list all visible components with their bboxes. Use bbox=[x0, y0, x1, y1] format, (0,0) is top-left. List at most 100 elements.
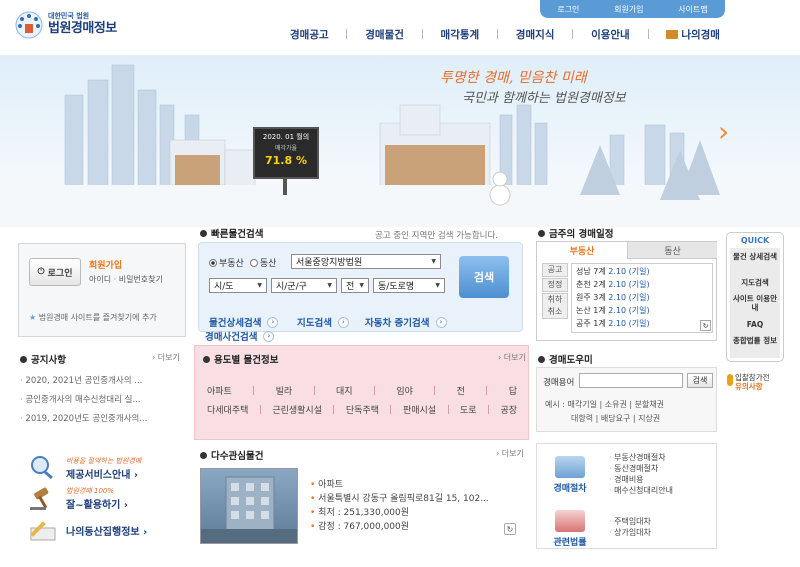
quick-law-info[interactable]: 종합법률 정보 bbox=[730, 336, 780, 345]
usage-more-link[interactable]: › 더보기 bbox=[498, 352, 526, 363]
usage-detached-house[interactable]: 단독주택 bbox=[346, 403, 379, 416]
my-movable-enforcement-link[interactable]: 나의동산집행정보 › bbox=[28, 514, 196, 546]
quick-faq[interactable]: FAQ bbox=[730, 320, 780, 329]
procedure-item[interactable]: 매수신청대리안내 bbox=[609, 485, 673, 496]
detail-search-link[interactable]: 물건상세검색 › bbox=[209, 315, 279, 329]
case-search-link[interactable]: 경매사건검색 › bbox=[205, 329, 275, 343]
usage-row-1: 아파트 빌라 대지 임야 전 답 bbox=[207, 384, 517, 397]
schedule-item[interactable]: 춘천 2계 2.10 (기일) bbox=[576, 279, 708, 292]
usage-land[interactable]: 대지 bbox=[336, 384, 353, 397]
nav-my-auction[interactable]: 나의경매 bbox=[666, 27, 720, 42]
procedure-item[interactable]: 경매비용 bbox=[609, 474, 673, 485]
quick-map-search[interactable]: 지도검색 bbox=[730, 278, 780, 287]
term-examples-2[interactable]: 대항력 | 배당요구 | 지상권 bbox=[571, 414, 660, 423]
dong-select[interactable]: 동/도로명 bbox=[373, 278, 445, 293]
util-login-link[interactable]: 로그인 bbox=[557, 4, 579, 15]
exclamation-icon bbox=[727, 374, 733, 386]
usage-villa[interactable]: 빌라 bbox=[276, 384, 293, 397]
schedule-item[interactable]: 원주 3계 2.10 (기일) bbox=[576, 292, 708, 305]
jeon-select[interactable]: 전 bbox=[341, 278, 369, 293]
my-movable-enforcement-label: 나의동산집행정보 › bbox=[66, 526, 148, 538]
refresh-icon[interactable]: ↻ bbox=[700, 320, 711, 331]
sido-select[interactable]: 시/도 bbox=[209, 278, 267, 293]
notice-more-link[interactable]: › 더보기 bbox=[152, 352, 180, 363]
procedure-item[interactable]: 부동산경매절차 bbox=[609, 452, 673, 463]
schedule-item[interactable]: 성남 7계 2.10 (기일) bbox=[576, 266, 708, 279]
court-select[interactable]: 서울중앙지방법원 bbox=[291, 254, 441, 269]
nav-auction-knowledge[interactable]: 경매지식 bbox=[516, 27, 555, 42]
usage-apartment[interactable]: 아파트 bbox=[207, 384, 232, 397]
bid-caution-link[interactable]: 입찰참가전 유의사항 bbox=[727, 373, 785, 391]
term-search-button[interactable]: 검색 bbox=[687, 373, 713, 388]
usage-tips-text: 법원경매 100% 잘~활용하기 › bbox=[66, 486, 128, 511]
site-logo[interactable]: 대한민국 법원 법원경매정보 bbox=[14, 8, 154, 42]
nav-usage-guide[interactable]: 이용안내 bbox=[591, 27, 630, 42]
quick-search-button[interactable]: 검색 bbox=[459, 256, 509, 298]
schedule-side-notice[interactable]: 공고 bbox=[542, 263, 568, 277]
main-navigation: 경매공고 경매물건 매각통계 경매지식 이용안내 나의경매 bbox=[290, 25, 720, 43]
refresh-icon[interactable]: ↻ bbox=[504, 523, 516, 535]
related-law-link[interactable]: 관련법률 bbox=[545, 510, 595, 548]
bid-caution-text: 입찰참가전 유의사항 bbox=[735, 373, 770, 391]
usage-forest[interactable]: 임야 bbox=[396, 384, 413, 397]
term-label: 경매용어 bbox=[543, 378, 575, 388]
map-search-link[interactable]: 지도검색 › bbox=[297, 315, 349, 329]
sigungu-select[interactable]: 시/군/구 bbox=[271, 278, 337, 293]
nav-auction-items[interactable]: 경매물건 bbox=[365, 27, 404, 42]
arrow-right-icon: › bbox=[267, 316, 279, 328]
radio-real-estate-label: 부동산 bbox=[219, 259, 244, 269]
nav-auction-notice[interactable]: 경매공고 bbox=[290, 27, 329, 42]
term-search-input[interactable] bbox=[579, 373, 683, 388]
add-favorite-link[interactable]: ★ 법원경매 사이트를 즐겨찾기에 추가 bbox=[29, 312, 157, 323]
popular-item-photo[interactable] bbox=[200, 468, 298, 544]
join-link[interactable]: 회원가입 bbox=[89, 258, 122, 271]
tab-real-estate[interactable]: 부동산 bbox=[537, 242, 627, 259]
procedure-item[interactable]: 동산경매절차 bbox=[609, 463, 673, 474]
find-id-password-link[interactable]: 아이디 · 비밀번호찾기 bbox=[89, 274, 163, 285]
usage-tips-link[interactable]: 법원경매 100% 잘~활용하기 › bbox=[28, 482, 196, 514]
popular-item-address[interactable]: 서울특별시 강동구 올림픽로81길 15, 102... bbox=[310, 491, 489, 505]
usage-factory[interactable]: 공장 bbox=[500, 403, 517, 416]
usage-road[interactable]: 도로 bbox=[460, 403, 477, 416]
service-guide-link[interactable]: 비용을 절약하는 법원경매 제공서비스안내 › bbox=[28, 452, 196, 484]
schedule-title-label: 금주의 경매일정 bbox=[549, 229, 614, 240]
sale-rate-value: 71.8 % bbox=[265, 154, 307, 167]
notice-list: 2020, 2021년 공인중개사의 ... 공인중개사의 매수신청대리 실..… bbox=[20, 374, 188, 431]
radio-movable[interactable]: 동산 bbox=[249, 256, 276, 269]
bid-caution-line1: 입찰참가전 bbox=[735, 373, 770, 382]
usage-field[interactable]: 전 bbox=[457, 384, 465, 397]
radio-real-estate[interactable]: 부동산 bbox=[209, 256, 244, 269]
nav-sale-statistics[interactable]: 매각통계 bbox=[441, 27, 480, 42]
sale-rate-label: 매각가율 bbox=[274, 145, 298, 152]
schedule-side-correction[interactable]: 정정 bbox=[542, 278, 568, 292]
vehicle-search-link[interactable]: 자동차 중기검색 › bbox=[365, 315, 447, 329]
banner-next-arrow-icon[interactable]: › bbox=[718, 115, 729, 148]
notice-item[interactable]: 공인중개사의 매수신청대리 실... bbox=[20, 393, 188, 412]
util-join-link[interactable]: 회원가입 bbox=[614, 4, 643, 15]
quick-detail-search[interactable]: 물건 상세검색 bbox=[730, 252, 780, 261]
auction-procedure-link[interactable]: 경매절차 bbox=[545, 456, 595, 494]
law-item[interactable]: 상가임대차 bbox=[609, 527, 651, 538]
util-sitemap-link[interactable]: 사이트맵 bbox=[678, 4, 707, 15]
notice-item[interactable]: 2020, 2021년 공인중개사의 ... bbox=[20, 374, 188, 393]
case-search-label: 경매사건검색 bbox=[205, 332, 258, 343]
quick-menu-title: QUICK bbox=[740, 236, 770, 245]
schedule-item[interactable]: 공주 1계 2.10 (기일) bbox=[576, 318, 708, 331]
usage-multiplex[interactable]: 다세대주택 bbox=[207, 403, 248, 416]
tab-movable[interactable]: 동산 bbox=[627, 242, 717, 259]
schedule-item[interactable]: 논산 1계 2.10 (기일) bbox=[576, 305, 708, 318]
login-button[interactable]: ⏻ 로그인 bbox=[29, 258, 81, 286]
vehicle-search-label: 자동차 중기검색 bbox=[365, 318, 430, 329]
popular-item-type[interactable]: 아파트 bbox=[310, 477, 489, 491]
schedule-side-withdrawal[interactable]: 취하 취소 bbox=[542, 293, 568, 319]
usage-info-box: 용도별 물건정보 › 더보기 아파트 빌라 대지 임야 전 답 다세대주택 근린… bbox=[194, 345, 529, 440]
arrow-right-icon: › bbox=[337, 316, 349, 328]
popular-more-link[interactable]: › 더보기 bbox=[496, 448, 524, 459]
notice-item[interactable]: 2019, 2020년도 공인중개사의... bbox=[20, 412, 188, 431]
usage-paddy[interactable]: 답 bbox=[509, 384, 517, 397]
usage-neighborhood[interactable]: 근린생활시설 bbox=[272, 403, 322, 416]
quick-usage-guide[interactable]: 사이트 이용안내 bbox=[730, 294, 780, 312]
term-examples-1[interactable]: 매각기일 | 소유권 | 분할채권 bbox=[568, 400, 665, 409]
usage-retail[interactable]: 판매시설 bbox=[403, 403, 436, 416]
law-item[interactable]: 주택임대차 bbox=[609, 516, 651, 527]
